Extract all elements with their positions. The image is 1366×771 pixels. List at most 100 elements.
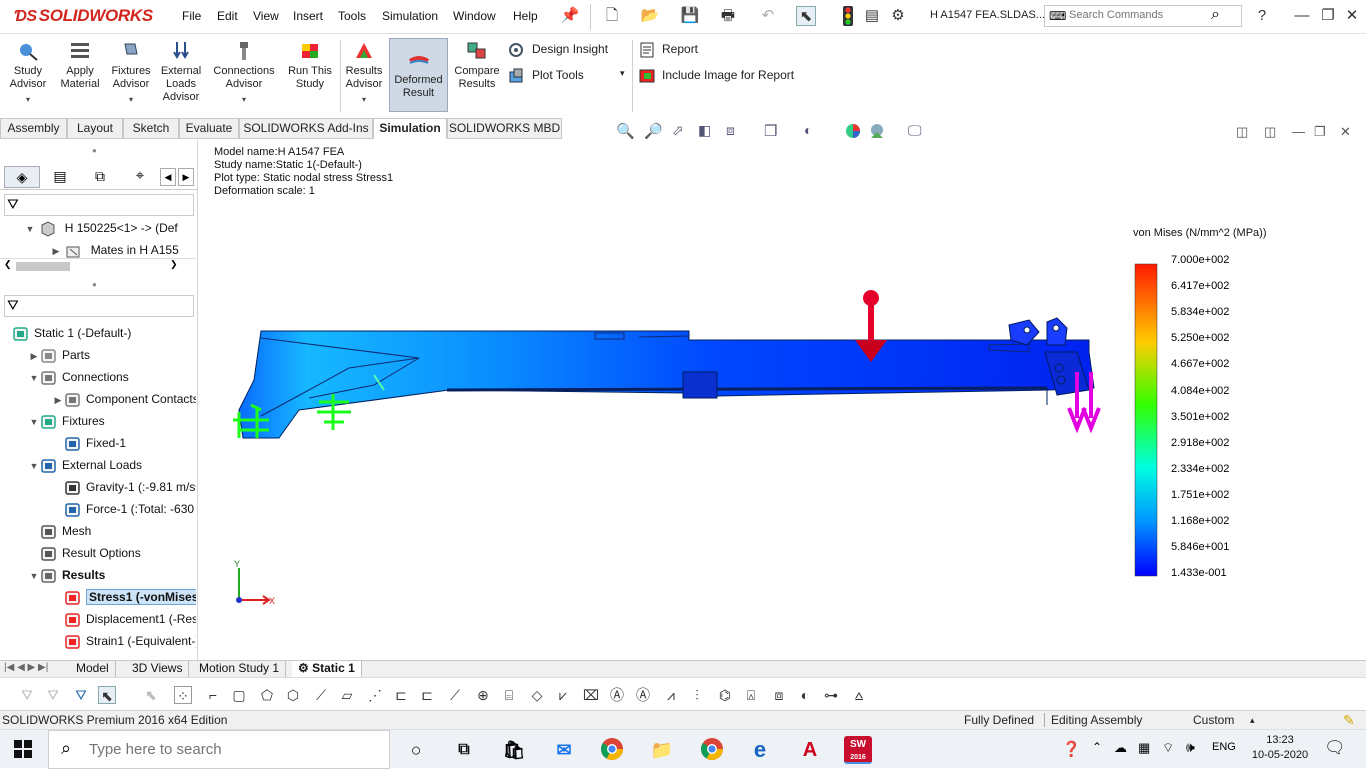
restore-window-icon[interactable]: ❐ [1318, 6, 1338, 26]
tree-item-force[interactable]: Force-1 (:Total: -630 kgf [0, 498, 196, 520]
run-this-study-button[interactable]: Run This Study [284, 40, 336, 91]
graphics-area[interactable]: Model name:H A1547 FEA Study name:Static… [199, 140, 1366, 660]
tree-item-gravity[interactable]: Gravity-1 (:-9.81 m/s^2: [0, 476, 196, 498]
tree-item-component[interactable]: ▼ H 150225<1> -> (Def [0, 217, 194, 239]
include-image-for-report-button[interactable]: Include Image for Report [638, 68, 794, 84]
menu-help[interactable]: Help [513, 9, 538, 23]
onedrive-tray-icon[interactable]: ▦ [1138, 740, 1150, 756]
configuration-manager-tab-icon[interactable]: ⧉ [82, 166, 118, 188]
connections-advisor-button[interactable]: Connections Advisor ▾ [210, 40, 278, 106]
results-advisor-button[interactable]: Results Advisor ▾ [342, 40, 386, 106]
minimize-window-icon[interactable]: — [1292, 6, 1312, 26]
select-all-filters-icon[interactable]: ⛛ [72, 686, 90, 704]
tree-item-mesh[interactable]: Mesh [0, 520, 196, 542]
filter-sketch-segments-icon[interactable]: ⊏ [392, 686, 410, 704]
filter-sketch-points-icon[interactable]: ⋰ [366, 686, 384, 704]
task-view-icon[interactable]: ⧉ [450, 736, 478, 764]
rebuild-icon[interactable] [838, 6, 858, 26]
tabs-scroll-right-icon[interactable]: ▶ [178, 168, 194, 186]
tab-scroll-first-icon[interactable]: |◀ ◀ ▶ ▶| [4, 662, 48, 673]
panel-splitter-handle[interactable]: ● [92, 146, 97, 155]
search-commands-input[interactable] [1069, 9, 1209, 21]
apply-material-button[interactable]: Apply Material [58, 40, 102, 91]
horizontal-scrollbar[interactable]: ❮ ❯ [0, 258, 196, 272]
filter-datum-features-icon[interactable]: Ⓐ [608, 686, 626, 704]
view-settings-icon[interactable]: 🖵 [908, 122, 922, 139]
mail-icon[interactable]: ✉ [550, 736, 578, 764]
tree-item-result-options[interactable]: Result Options [0, 542, 196, 564]
solidworks-logo[interactable]: ƊS SOLIDWORKS [14, 6, 153, 26]
scroll-left-icon[interactable]: ❮ [4, 259, 12, 270]
new-document-icon[interactable]: 🗋 [602, 6, 622, 26]
tab-simulation[interactable]: Simulation [373, 118, 447, 139]
graphics-close-icon[interactable]: ✕ [1340, 124, 1351, 140]
tree-item-parts[interactable]: ▶ Parts [0, 344, 196, 366]
collapse-icon[interactable]: ▼ [28, 411, 40, 432]
collapse-icon[interactable]: ▼ [28, 565, 40, 586]
filter-edges-icon[interactable]: ⌐ [204, 686, 222, 704]
save-icon[interactable]: 💾 [680, 6, 700, 26]
collapse-left-icon[interactable]: ◫ [1236, 124, 1248, 140]
tab-3d-views[interactable]: 3D Views [126, 661, 190, 677]
report-button[interactable]: Report [638, 42, 698, 58]
tools-icon[interactable]: ✎ [1343, 711, 1355, 729]
filter-notes-icon[interactable]: ⌧ [582, 686, 600, 704]
menu-tools[interactable]: Tools [338, 9, 366, 23]
study-advisor-button[interactable]: Study Advisor ▾ [6, 40, 50, 106]
zoom-to-fit-icon[interactable]: 🔍 [616, 122, 635, 140]
wifi-tray-icon[interactable]: ⌔ [1162, 740, 1174, 756]
compare-results-button[interactable]: Compare Results [452, 40, 502, 91]
filter-connection-points-icon[interactable]: ⧈ [770, 686, 788, 704]
panel-splitter-handle[interactable]: ● [92, 280, 97, 289]
tab-model[interactable]: Model [70, 661, 116, 677]
microsoft-store-icon[interactable]: 🛍 [500, 736, 528, 764]
tree-item-stress-plot[interactable]: Stress1 (-vonMises-) [0, 586, 196, 608]
previous-view-icon[interactable]: ⬀ [672, 122, 684, 139]
menu-file[interactable]: File [182, 9, 201, 23]
help-icon[interactable]: ? [1252, 6, 1272, 26]
tree-item-contacts[interactable]: ▶ Component Contacts [0, 388, 196, 410]
tabs-scroll-left-icon[interactable]: ◀ [160, 168, 176, 186]
select-tool-icon[interactable]: ⬉ [98, 686, 116, 704]
menu-window[interactable]: Window [453, 9, 496, 23]
filter-mid-surfaces-icon[interactable]: ⊶ [822, 686, 840, 704]
action-center-icon[interactable]: 🗨 [1324, 738, 1346, 758]
graphics-restore-icon[interactable]: ❐ [1314, 124, 1326, 140]
design-insight-button[interactable]: Design Insight [508, 42, 608, 58]
collapse-right-icon[interactable]: ◫ [1264, 124, 1276, 140]
tab-motion-study-1[interactable]: Motion Study 1 [193, 661, 287, 677]
deformed-result-button[interactable]: Deformed Result [389, 38, 448, 112]
filter-geometric-tolerance-icon[interactable]: ⩗ [554, 686, 572, 704]
plot-tools-button[interactable]: Plot Tools ▾ [508, 68, 625, 84]
dimxpert-tab-icon[interactable]: ⌖ [122, 166, 158, 188]
scroll-right-icon[interactable]: ❯ [170, 259, 178, 270]
filter-toggle-icon[interactable]: ⛛ [18, 686, 36, 704]
network-tray-icon[interactable]: ☁ [1114, 740, 1127, 756]
tree-item-study[interactable]: Static 1 (-Default-) [0, 322, 196, 344]
plot-tools-dropdown-icon[interactable]: ▾ [620, 68, 625, 79]
open-folder-icon[interactable]: 📂 [640, 6, 660, 26]
graphics-minimize-icon[interactable]: — [1292, 124, 1305, 139]
scrollbar-thumb[interactable] [16, 262, 70, 271]
clear-filters-icon[interactable]: ⛛ [44, 686, 62, 704]
menu-simulation[interactable]: Simulation [382, 9, 438, 23]
chrome-profile-icon[interactable] [698, 736, 726, 764]
tab-solidworks-mbd[interactable]: SOLIDWORKS MBD [447, 118, 562, 139]
tab-sketch[interactable]: Sketch [123, 118, 179, 139]
undo-icon[interactable]: ↶ [758, 6, 778, 26]
collapse-icon[interactable]: ▼ [24, 218, 36, 239]
filter-weld-symbols-icon[interactable]: Ⓐ [634, 686, 652, 704]
filter-solid-bodies-icon[interactable]: ⬡ [284, 686, 302, 704]
collapse-icon[interactable]: ▼ [28, 367, 40, 388]
filter-blocks-icon[interactable]: ⌬ [716, 686, 734, 704]
acrobat-icon[interactable]: A [796, 736, 824, 764]
taskbar-clock[interactable]: 13:23 10-05-2020 [1248, 733, 1312, 763]
filter-faces-icon[interactable]: ▢ [230, 686, 248, 704]
menu-edit[interactable]: Edit [217, 9, 238, 23]
tree-item-connections[interactable]: ▼ Connections [0, 366, 196, 388]
filter-planes-icon[interactable]: ▱ [338, 686, 356, 704]
file-properties-icon[interactable]: ▤ [862, 6, 882, 26]
filter-surface-bodies-icon[interactable]: ⬠ [258, 686, 276, 704]
filter-vertices-icon[interactable]: ⁘ [174, 686, 192, 704]
tree-item-results[interactable]: ▼ Results [0, 564, 196, 586]
